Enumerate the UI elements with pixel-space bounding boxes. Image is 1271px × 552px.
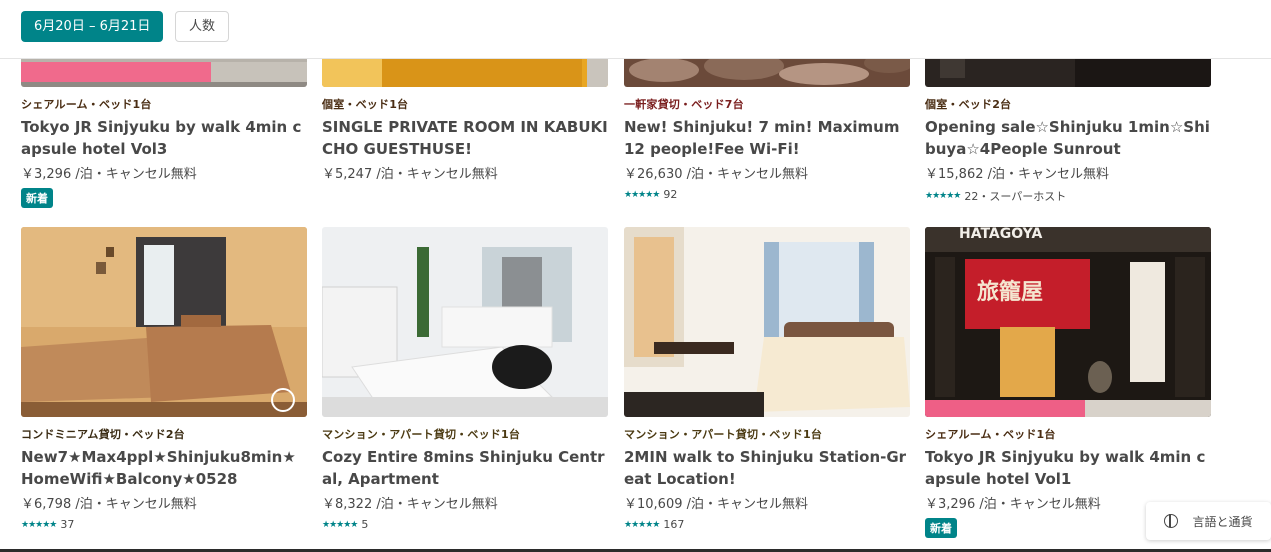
rating: ★★★★★ 5 [322,518,608,531]
filter-bar: 6月20日 – 6月21日 人数 [0,0,1271,59]
guests-filter-button[interactable]: 人数 [175,11,229,42]
star-rating-icon: ★★★★★ [322,519,358,530]
listing-title[interactable]: Tokyo JR Sinjyuku by walk 4min capsule h… [21,116,307,160]
property-type: マンション・アパート貸切・ベッド1台 [322,428,521,441]
language-currency-button[interactable]: 言語と通貨 [1146,502,1271,540]
property-type: マンション・アパート貸切・ベッド1台 [624,428,823,441]
star-rating-icon: ★★★★★ [624,189,660,200]
listing-photo[interactable] [624,227,910,417]
rating: ★★★★★ 167 [624,518,910,531]
listing-price: ￥26,630 /泊・キャンセル無料 [624,167,808,182]
review-count: 92 [663,188,678,201]
listing-price: ￥8,322 /泊・キャンセル無料 [322,497,498,512]
listing-title[interactable]: Opening sale☆Shinjuku 1min☆Shibuya☆4Peop… [925,116,1211,160]
listing-price: ￥15,862 /泊・キャンセル無料 [925,167,1109,182]
bedroom-photo [21,227,307,417]
star-rating-icon: ★★★★★ [624,519,660,530]
language-currency-label: 言語と通貨 [1192,514,1253,529]
listing-title[interactable]: New7★Max4ppl★Shinjuku8min★HomeWifi★Balco… [21,446,307,490]
listing-title[interactable]: SINGLE PRIVATE ROOM IN KABUKICHO GUESTHU… [322,116,608,160]
property-type: シェアルーム・ベッド1台 [925,428,1056,441]
star-rating-icon: ★★★★★ [925,191,961,201]
rating: ★★★★★ 92 [624,188,910,201]
globe-icon [1164,514,1179,528]
hotel-sign-text: HATAGOYA [959,227,1042,242]
new-badge: 新着 [21,188,53,208]
property-type: コンドミニアム貸切・ベッド2台 [21,428,185,441]
date-filter-button[interactable]: 6月20日 – 6月21日 [21,11,164,42]
listing-price: ￥10,609 /泊・キャンセル無料 [624,497,808,512]
property-type: シェアルーム・ベッド1台 [21,98,152,111]
apartment-photo [322,227,608,417]
property-type: 一軒家貸切・ベッド7台 [624,98,744,111]
property-type: 個室・ベッド1台 [322,98,409,111]
review-count: 22・スーパーホスト [964,190,1067,203]
new-badge: 新着 [925,518,957,538]
listing-photo[interactable] [21,227,307,417]
review-count: 5 [361,518,369,531]
listing-price: ￥5,247 /泊・キャンセル無料 [322,167,498,182]
property-type: 個室・ベッド2台 [925,98,1012,111]
listing-title[interactable]: New! Shinjuku! 7 min! Maximum 12 people!… [624,116,910,160]
listing-photo[interactable] [322,227,608,417]
listing-title[interactable]: Cozy Entire 8mins Shinjuku Central, Apar… [322,446,608,490]
rating: ★★★★★ 22・スーパーホスト [925,188,1211,204]
listing-price: ￥6,798 /泊・キャンセル無料 [21,497,197,512]
review-count: 167 [663,518,685,531]
noren-text: 旅籠屋 [977,279,1043,305]
star-rating-icon: ★★★★★ [21,519,57,530]
listing-photo[interactable]: HATAGOYA 旅籠屋 [925,227,1211,417]
rating: ★★★★★ 37 [21,518,307,531]
listing-price: ￥3,296 /泊・キャンセル無料 [21,167,197,182]
listing-title[interactable]: Tokyo JR Sinjyuku by walk 4min capsule h… [925,446,1211,490]
review-count: 37 [60,518,75,531]
listing-title[interactable]: 2MIN walk to Shinjuku Station-Great Loca… [624,446,910,490]
bedroom-photo [624,227,910,417]
hotel-entrance-photo: HATAGOYA 旅籠屋 [925,227,1211,417]
